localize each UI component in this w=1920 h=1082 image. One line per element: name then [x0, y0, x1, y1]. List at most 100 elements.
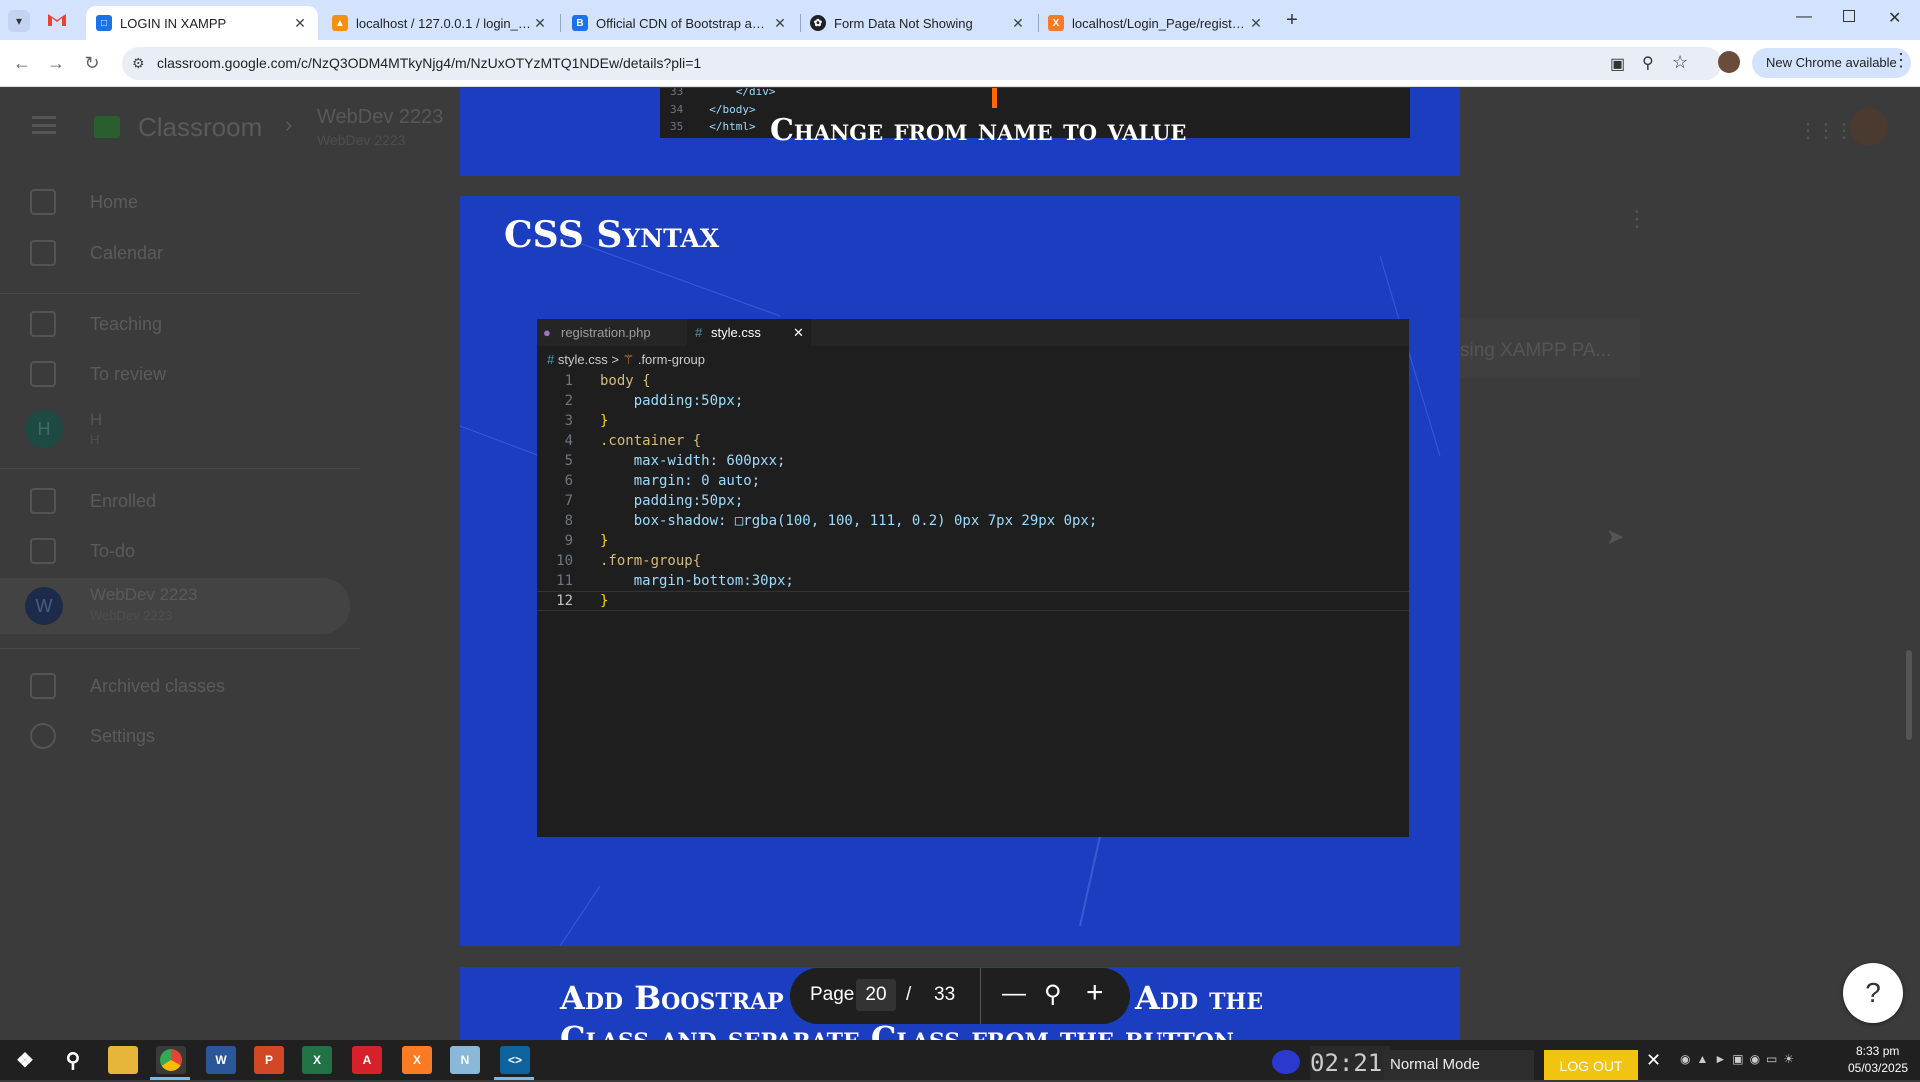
code-text: </body>: [709, 103, 756, 116]
reload-button[interactable]: ↻: [80, 51, 104, 75]
logout-button[interactable]: LOG OUT: [1544, 1050, 1638, 1080]
selector-icon: ⚚: [622, 352, 635, 367]
php-file-icon: ●: [543, 325, 551, 340]
tab-search-button[interactable]: ▾: [8, 10, 30, 32]
close-tab-icon[interactable]: ✕: [532, 15, 548, 32]
nav-archived[interactable]: Archived classes: [30, 666, 225, 706]
class-avatar-w: W: [25, 587, 63, 625]
openai-icon: ✿: [810, 15, 826, 31]
more-options-icon[interactable]: ⋮: [1626, 206, 1648, 232]
word-icon[interactable]: W: [206, 1046, 236, 1074]
tab-title: LOGIN IN XAMPP: [120, 15, 227, 31]
line-number: 35: [670, 120, 684, 133]
nav-label: Home: [90, 191, 139, 212]
search-icon[interactable]: ⚲: [58, 1046, 88, 1074]
chrome-icon[interactable]: [156, 1046, 186, 1074]
back-button[interactable]: ←: [10, 51, 34, 75]
send-icon[interactable]: ➤: [1606, 524, 1624, 550]
class-name[interactable]: WebDev 2223: [317, 106, 443, 129]
clock-date[interactable]: 05/03/2025: [1848, 1061, 1908, 1075]
close-window-button[interactable]: ✕: [1888, 8, 1901, 28]
vscode-icon[interactable]: <>: [500, 1046, 530, 1074]
breadcrumb-file: style.css: [557, 352, 608, 367]
tab-title: localhost / 127.0.0.1 / login_reg: [356, 15, 532, 31]
background-post-title: sing XAMPP PA...: [1460, 340, 1612, 361]
apps-grid-icon[interactable]: ⋮⋮⋮: [1798, 118, 1854, 143]
address-bar[interactable]: ⚙ classroom.google.com/c/NzQ3ODM4MTkyNjg…: [122, 47, 1722, 80]
help-button[interactable]: ?: [1843, 963, 1903, 1023]
scrollbar-thumb[interactable]: [1906, 650, 1912, 740]
install-app-icon[interactable]: ▣: [1610, 54, 1625, 74]
pdf-page-controls: Page 20 / 33 — ⚲ +: [790, 968, 1130, 1024]
code-text: body {: [600, 373, 651, 389]
nav-settings[interactable]: Settings: [30, 716, 155, 756]
close-tab-icon[interactable]: ✕: [1248, 15, 1264, 32]
powerpoint-icon[interactable]: P: [254, 1046, 284, 1074]
nav-teaching[interactable]: Teaching: [30, 304, 162, 344]
close-tab-icon[interactable]: ✕: [1010, 15, 1026, 32]
recorder-logo-icon: [1272, 1050, 1300, 1074]
zoom-in-button[interactable]: +: [1086, 976, 1104, 1010]
tab-registration[interactable]: X localhost/Login_Page/registrati ✕: [1038, 6, 1274, 40]
recorder-close-icon[interactable]: ✕: [1646, 1050, 1661, 1071]
phpmyadmin-icon: ▲: [332, 15, 348, 31]
nav-calendar[interactable]: Calendar: [30, 233, 163, 273]
new-chrome-available-button[interactable]: New Chrome available: [1752, 48, 1911, 78]
line-number: 7: [564, 493, 573, 509]
prev-code-line: 34 </body>: [670, 103, 756, 116]
line-number: 3: [564, 413, 573, 429]
page-number-input[interactable]: 20: [856, 979, 896, 1011]
line-number: 2: [564, 393, 573, 409]
code-area: 1 body { 2 padding:50px; 3} 4 .container {…: [537, 371, 1409, 831]
code-text: </div>: [709, 88, 776, 98]
account-avatar[interactable]: [1850, 108, 1888, 146]
system-tray-icons[interactable]: ◉▲►▣◉▭☀: [1680, 1052, 1840, 1070]
minimize-button[interactable]: —: [1796, 8, 1812, 26]
file-explorer-icon[interactable]: [108, 1046, 138, 1074]
code-text: }: [600, 413, 609, 429]
xampp-taskbar-icon[interactable]: X: [402, 1046, 432, 1074]
line-number: 5: [564, 453, 573, 469]
nav-class-h[interactable]: H: [90, 410, 102, 430]
page-total: 33: [934, 984, 956, 1005]
editor-tab-registration: ● registration.php: [537, 319, 687, 346]
nav-todo[interactable]: To-do: [30, 531, 135, 571]
new-tab-button[interactable]: +: [1280, 8, 1304, 32]
gmail-pinned-tab[interactable]: [48, 12, 66, 26]
app-name[interactable]: Classroom: [138, 112, 262, 143]
tab-bootstrap-cdn[interactable]: B Official CDN of Bootstrap and F ✕: [562, 6, 798, 40]
prev-code-line: 33 </div>: [670, 88, 775, 98]
close-tab-icon[interactable]: ✕: [292, 15, 308, 32]
excel-icon[interactable]: X: [302, 1046, 332, 1074]
nav-enrolled[interactable]: Enrolled: [30, 481, 156, 521]
restore-button[interactable]: [1843, 10, 1855, 22]
acrobat-icon[interactable]: A: [352, 1046, 382, 1074]
slide-20: CSS Syntax ● registration.php # style.css ✕…: [460, 196, 1460, 946]
nav-webdev-sub: WebDev 2223: [90, 608, 173, 623]
code-text: }: [600, 533, 609, 549]
site-info-icon[interactable]: ⚙: [132, 55, 145, 72]
code-text: padding:50px;: [600, 393, 744, 409]
close-editor-tab-icon: ✕: [793, 325, 804, 340]
page-separator: /: [906, 984, 912, 1005]
nav-to-review[interactable]: To review: [30, 354, 166, 394]
clock-time[interactable]: 8:33 pm: [1856, 1044, 1899, 1058]
tab-phpmyadmin[interactable]: ▲ localhost / 127.0.0.1 / login_reg ✕: [322, 6, 558, 40]
tab-login-xampp[interactable]: □ LOGIN IN XAMPP ✕: [86, 6, 318, 40]
profile-avatar[interactable]: [1718, 51, 1740, 73]
line-number: 8: [564, 513, 573, 529]
zoom-out-button[interactable]: —: [1002, 980, 1026, 1008]
start-button[interactable]: ❖: [10, 1046, 40, 1074]
tab-form-data[interactable]: ✿ Form Data Not Showing ✕: [800, 6, 1036, 40]
bookmark-star-icon[interactable]: ☆: [1672, 52, 1688, 73]
zoom-icon[interactable]: ⚲: [1642, 53, 1654, 73]
forward-button[interactable]: →: [44, 51, 68, 75]
chrome-menu-icon[interactable]: ⋮: [1892, 50, 1910, 71]
zoom-magnifier-icon[interactable]: ⚲: [1044, 980, 1062, 1009]
code-text: .container {: [600, 433, 702, 449]
close-tab-icon[interactable]: ✕: [772, 15, 788, 32]
recorder-mode[interactable]: Normal Mode: [1384, 1050, 1534, 1080]
editor-tabs: ● registration.php # style.css ✕: [537, 319, 1409, 346]
notepad-icon[interactable]: N: [450, 1046, 480, 1074]
nav-home[interactable]: Home: [30, 182, 138, 222]
